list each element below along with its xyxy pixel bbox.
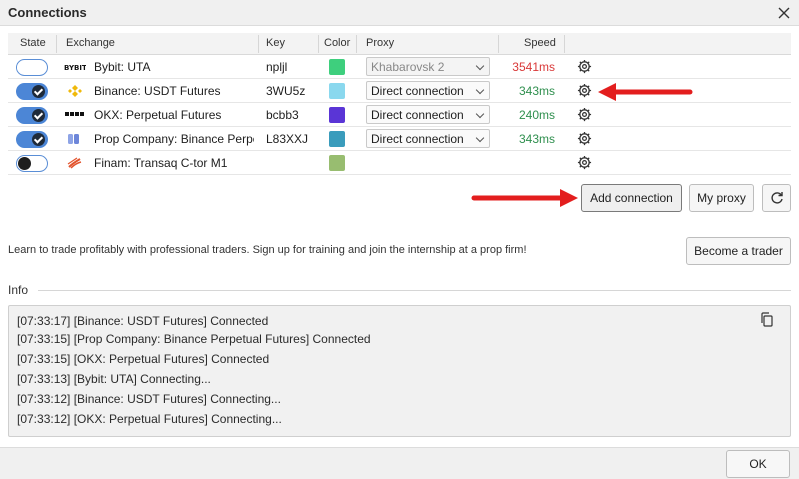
proxy-value: Direct connection	[371, 108, 464, 122]
state-toggle[interactable]	[16, 107, 48, 124]
header-divider	[356, 35, 357, 53]
exchange-name: Binance: USDT Futures	[94, 84, 221, 98]
log-line: [07:33:17] [Binance: USDT Futures] Conne…	[17, 314, 269, 328]
chevron-down-icon	[475, 109, 485, 119]
bybit-logo: BYBIT	[64, 64, 86, 72]
header-divider	[56, 35, 57, 53]
finam-logo	[67, 157, 82, 169]
state-toggle[interactable]	[16, 59, 48, 76]
connection-row-finam[interactable]: Finam: Transaq C-tor M1	[8, 151, 791, 175]
speed-value: 3541ms	[512, 60, 555, 74]
chevron-down-icon	[475, 133, 485, 143]
proxy-value: Direct connection	[371, 132, 464, 146]
become-trader-button[interactable]: Become a trader	[686, 237, 791, 265]
chevron-down-icon	[475, 85, 485, 95]
speed-value: 343ms	[518, 132, 555, 146]
gear-icon[interactable]	[577, 107, 592, 122]
proxy-select[interactable]: Direct connection	[366, 105, 490, 124]
ok-button[interactable]: OK	[726, 450, 790, 478]
add-connection-button[interactable]: Add connection	[581, 184, 682, 212]
chevron-down-icon	[475, 61, 485, 71]
color-swatch[interactable]	[329, 83, 345, 99]
state-toggle[interactable]	[16, 83, 48, 100]
window-title: Connections	[8, 5, 87, 20]
color-swatch[interactable]	[329, 155, 345, 171]
key-value: bcbb3	[266, 108, 299, 122]
gear-icon[interactable]	[577, 59, 592, 74]
key-value: 3WU5z	[266, 84, 306, 98]
color-swatch[interactable]	[329, 107, 345, 123]
header-exchange: Exchange	[66, 37, 115, 49]
header-key: Key	[266, 37, 285, 49]
toggle-knob	[32, 85, 45, 98]
connection-row-bybit[interactable]: BYBIT Bybit: UTA npljl Khabarovsk 2 3541…	[8, 55, 791, 79]
proxy-value: Khabarovsk 2	[371, 60, 445, 74]
toggle-knob	[18, 157, 31, 170]
refresh-icon	[770, 192, 783, 204]
speed-value: 240ms	[518, 108, 555, 122]
copy-icon[interactable]	[760, 312, 774, 327]
state-toggle[interactable]	[16, 131, 48, 148]
header-divider	[318, 35, 319, 53]
header-state: State	[20, 37, 46, 49]
prop-company-logo	[68, 134, 79, 144]
toggle-knob	[32, 109, 45, 122]
header-divider	[564, 35, 565, 53]
speed-value: 343ms	[518, 84, 555, 98]
state-toggle[interactable]	[16, 155, 48, 172]
log-line: [07:33:15] [OKX: Perpetual Futures] Conn…	[17, 352, 270, 366]
title-bar: Connections	[0, 0, 799, 26]
header-proxy: Proxy	[366, 37, 395, 49]
header-speed: Speed	[524, 37, 556, 49]
exchange-name: Bybit: UTA	[94, 60, 151, 74]
log-line: [07:33:12] [Binance: USDT Futures] Conne…	[17, 392, 281, 406]
connection-row-okx[interactable]: OKX: Perpetual Futures bcbb3 Direct conn…	[8, 103, 791, 127]
okx-logo	[65, 112, 84, 116]
exchange-name: Finam: Transaq C-tor M1	[94, 156, 228, 170]
dialog-footer: OK	[0, 447, 799, 479]
gear-icon[interactable]	[577, 83, 592, 98]
close-button[interactable]	[775, 4, 793, 22]
proxy-select[interactable]: Direct connection	[366, 81, 490, 100]
promo-text: Learn to trade profitably with professio…	[8, 244, 527, 256]
info-label: Info	[8, 283, 29, 297]
log-line: [07:33:12] [OKX: Perpetual Futures] Conn…	[17, 412, 282, 426]
my-proxy-button[interactable]: My proxy	[689, 184, 754, 212]
key-value: L83XXJ	[266, 132, 309, 146]
log-line: [07:33:15] [Prop Company: Binance Perpet…	[17, 332, 371, 346]
header-color: Color	[324, 37, 351, 49]
toggle-knob	[32, 133, 45, 146]
color-swatch[interactable]	[329, 131, 345, 147]
gear-icon[interactable]	[577, 131, 592, 146]
svg-text:BYBIT: BYBIT	[64, 64, 86, 72]
binance-logo	[68, 85, 82, 97]
proxy-select[interactable]: Khabarovsk 2	[366, 57, 490, 76]
proxy-select[interactable]: Direct connection	[366, 129, 490, 148]
connection-row-prop-company[interactable]: Prop Company: Binance Perpetual Futures …	[8, 127, 791, 151]
annotation-arrow-add-connection	[471, 189, 578, 207]
gear-icon[interactable]	[577, 155, 592, 170]
table-header: State Exchange Key Color Proxy Speed	[8, 33, 791, 55]
header-divider	[498, 35, 499, 53]
key-value: npljl	[266, 60, 288, 74]
exchange-name: Prop Company: Binance Perpetual Futures	[94, 132, 254, 146]
close-icon	[778, 7, 790, 19]
refresh-button[interactable]	[762, 184, 791, 212]
info-log[interactable]: [07:33:17] [Binance: USDT Futures] Conne…	[8, 305, 791, 437]
log-line: [07:33:13] [Bybit: UTA] Connecting...	[17, 372, 211, 386]
color-swatch[interactable]	[329, 59, 345, 75]
annotation-arrow-gear	[598, 83, 693, 101]
exchange-name: OKX: Perpetual Futures	[94, 108, 222, 122]
header-divider	[258, 35, 259, 53]
toggle-knob	[17, 61, 30, 74]
proxy-value: Direct connection	[371, 84, 464, 98]
info-divider	[38, 290, 791, 291]
